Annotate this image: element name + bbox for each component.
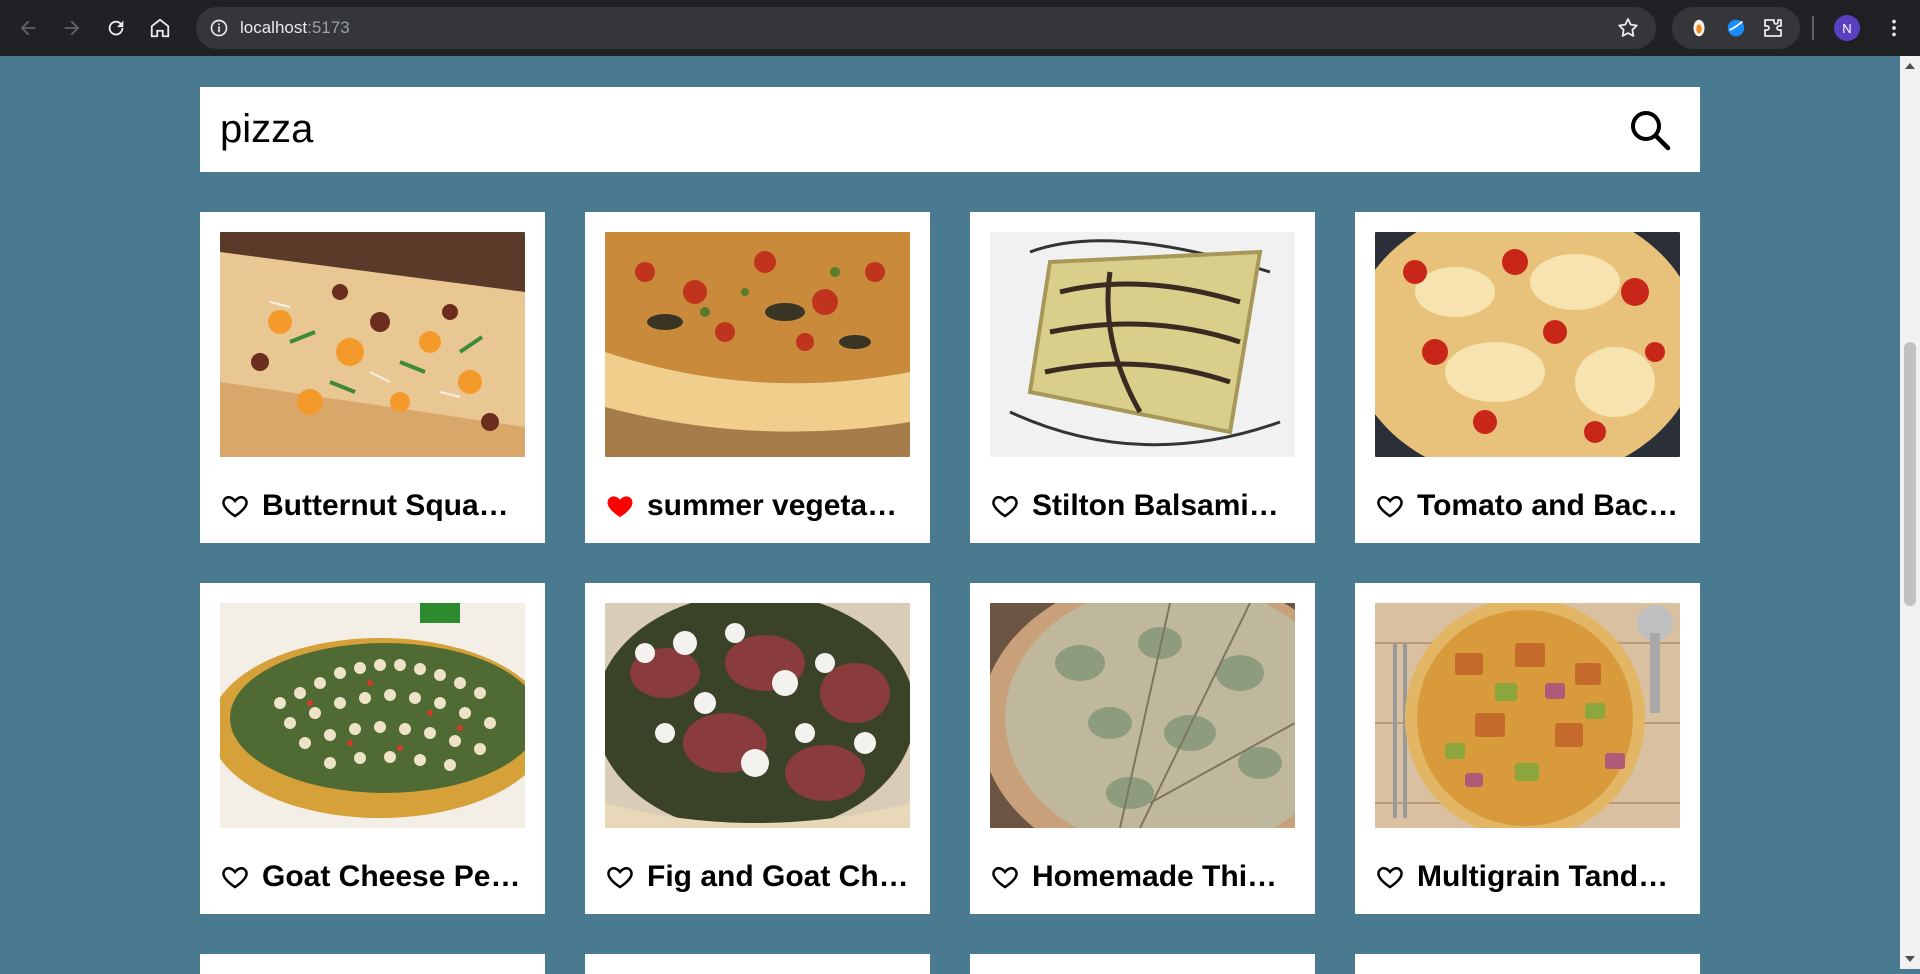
recipe-card[interactable]: Fig and Goat Cheese Pizza: [585, 583, 930, 914]
search-icon[interactable]: [1628, 108, 1672, 152]
arrow-left-icon: [20, 20, 36, 36]
extension-two-icon[interactable]: [1724, 16, 1748, 40]
url-host: localhost: [240, 18, 308, 37]
recipe-card[interactable]: Multigrain Tandoori Pizza: [1355, 583, 1700, 914]
heart-outline-icon[interactable]: [220, 862, 250, 892]
recipe-image[interactable]: [605, 603, 910, 828]
recipe-grid: Butternut Squash Pizza summer vegetable …: [200, 212, 1700, 974]
toolbar-divider: [1812, 16, 1814, 40]
recipe-footer: summer vegetable pizza: [605, 489, 910, 523]
recipe-footer: Goat Cheese Pesto Pizza: [220, 860, 525, 894]
home-icon: [150, 18, 170, 38]
heart-outline-icon[interactable]: [1375, 862, 1405, 892]
reload-button[interactable]: [94, 0, 138, 56]
recipe-card-partial[interactable]: [200, 954, 545, 974]
scroll-down-arrow-icon[interactable]: [1905, 956, 1915, 962]
heart-outline-icon[interactable]: [990, 862, 1020, 892]
recipe-title[interactable]: Tomato and Bacon Pizza: [1417, 489, 1680, 523]
recipe-title[interactable]: Butternut Squash Pizza: [262, 489, 525, 523]
recipe-card[interactable]: summer vegetable pizza: [585, 212, 930, 543]
recipe-card[interactable]: Homemade Thin Crust Pizza: [970, 583, 1315, 914]
extensions-puzzle-icon[interactable]: [1761, 16, 1785, 40]
recipe-title[interactable]: Homemade Thin Crust Pizza: [1032, 860, 1295, 894]
bookmark-star-icon[interactable]: [1616, 16, 1640, 40]
recipe-title[interactable]: Multigrain Tandoori Pizza: [1417, 860, 1680, 894]
scrollbar-thumb[interactable]: [1904, 342, 1916, 606]
heart-outline-icon[interactable]: [605, 862, 635, 892]
url-port: :5173: [307, 18, 350, 37]
recipe-card[interactable]: Tomato and Bacon Pizza: [1355, 212, 1700, 543]
recipe-card[interactable]: Stilton Balsamic Pizza: [970, 212, 1315, 543]
recipe-footer: Tomato and Bacon Pizza: [1375, 489, 1680, 523]
heart-outline-icon[interactable]: [1375, 491, 1405, 521]
extensions-area: [1672, 7, 1800, 49]
page-scrollbar[interactable]: [1900, 56, 1920, 969]
recipe-image[interactable]: [990, 603, 1295, 828]
url-text: localhost:5173: [240, 18, 350, 38]
reload-icon: [108, 20, 124, 36]
recipe-image[interactable]: [605, 232, 910, 457]
recipe-search-bar: [200, 86, 1700, 173]
recipe-card[interactable]: Goat Cheese Pesto Pizza: [200, 583, 545, 914]
recipe-title[interactable]: Goat Cheese Pesto Pizza: [262, 860, 525, 894]
recipe-image[interactable]: [220, 232, 525, 457]
recipe-image[interactable]: [1375, 232, 1680, 457]
search-input[interactable]: [200, 86, 1628, 173]
heart-outline-icon[interactable]: [220, 491, 250, 521]
address-bar[interactable]: localhost:5173: [196, 7, 1656, 49]
recipe-title[interactable]: summer vegetable pizza: [647, 489, 910, 523]
recipe-card[interactable]: Butternut Squash Pizza: [200, 212, 545, 543]
recipe-image[interactable]: [220, 603, 525, 828]
recipe-title[interactable]: Stilton Balsamic Pizza: [1032, 489, 1295, 523]
recipe-card-partial[interactable]: [1355, 954, 1700, 974]
recipe-card-partial[interactable]: [585, 954, 930, 974]
forward-button[interactable]: [50, 0, 94, 56]
recipe-footer: Homemade Thin Crust Pizza: [990, 860, 1295, 894]
recipe-image[interactable]: [1375, 603, 1680, 828]
recipe-footer: Fig and Goat Cheese Pizza: [605, 860, 910, 894]
scroll-up-arrow-icon[interactable]: [1905, 63, 1915, 69]
recipe-footer: Multigrain Tandoori Pizza: [1375, 860, 1680, 894]
recipe-card-partial[interactable]: [970, 954, 1315, 974]
recipe-footer: Butternut Squash Pizza: [220, 489, 525, 523]
more-menu-icon[interactable]: [1880, 14, 1908, 42]
heart-filled-icon[interactable]: [605, 491, 635, 521]
back-button[interactable]: [6, 0, 50, 56]
home-button[interactable]: [138, 0, 182, 56]
recipe-footer: Stilton Balsamic Pizza: [990, 489, 1295, 523]
heart-outline-icon[interactable]: [990, 491, 1020, 521]
profile-avatar[interactable]: N: [1834, 15, 1860, 41]
extension-one-icon[interactable]: [1687, 16, 1711, 40]
arrow-right-icon: [64, 20, 80, 36]
browser-toolbar: localhost:5173 N: [0, 0, 1920, 56]
recipe-title[interactable]: Fig and Goat Cheese Pizza: [647, 860, 910, 894]
site-info-icon[interactable]: [208, 17, 230, 39]
recipe-image[interactable]: [990, 232, 1295, 457]
